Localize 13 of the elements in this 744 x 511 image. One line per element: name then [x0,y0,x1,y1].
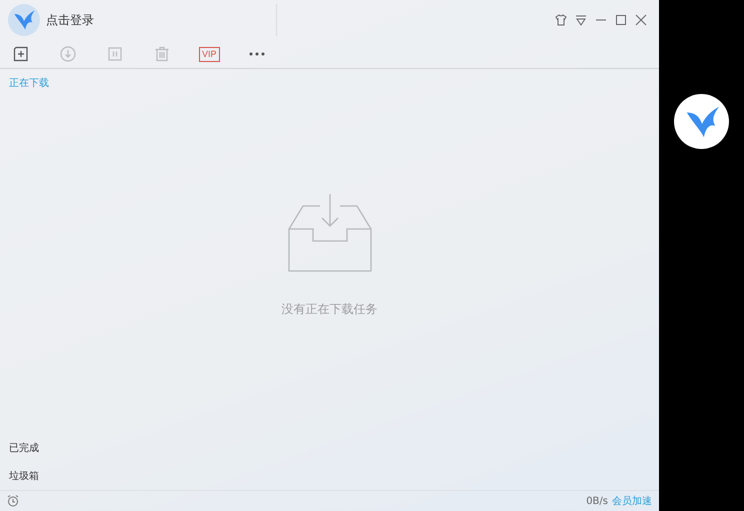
login-link[interactable]: 点击登录 [46,12,94,28]
pause-icon [108,47,122,61]
more-icon [248,52,265,56]
alarm-clock-icon[interactable] [7,495,19,507]
empty-message: 没有正在下载任务 [282,301,378,318]
download-icon [60,46,76,62]
avatar[interactable] [8,4,40,36]
download-speed: 0B/s [586,496,608,506]
empty-inbox-icon [286,193,372,273]
nav-item[interactable]: 已完成 [0,434,659,462]
add-file-icon [13,46,29,62]
nav-item[interactable]: 垃圾箱 [0,462,659,490]
trash-icon [154,46,170,62]
